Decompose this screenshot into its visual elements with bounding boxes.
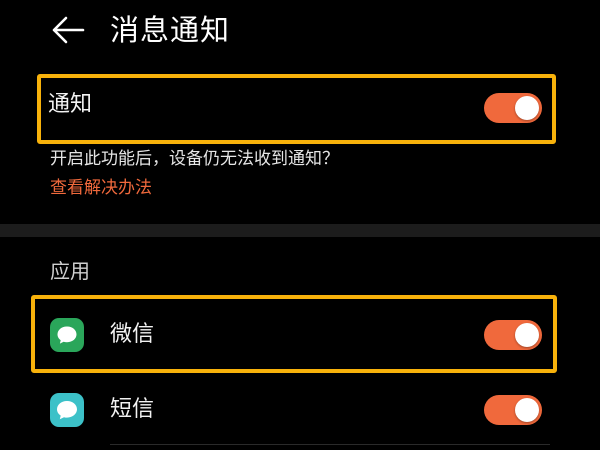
section-divider — [0, 224, 600, 237]
toggle-knob — [515, 398, 539, 422]
arrow-left-icon[interactable] — [50, 14, 86, 46]
solution-link[interactable]: 查看解决办法 — [50, 176, 152, 200]
app-row-sms[interactable]: 短信 — [0, 376, 600, 444]
hint-text: 开启此功能后，设备仍无法收到通知？ — [50, 149, 339, 169]
page-title: 消息通知 — [110, 13, 231, 47]
section-title-apps: 应用 — [50, 259, 90, 283]
messages-icon — [50, 393, 84, 427]
row-divider — [110, 444, 550, 445]
highlight-box — [31, 295, 557, 373]
header: 消息通知 — [0, 0, 600, 60]
app-label-sms: 短信 — [110, 397, 155, 422]
highlight-box — [37, 74, 556, 144]
sms-toggle[interactable] — [484, 395, 542, 425]
